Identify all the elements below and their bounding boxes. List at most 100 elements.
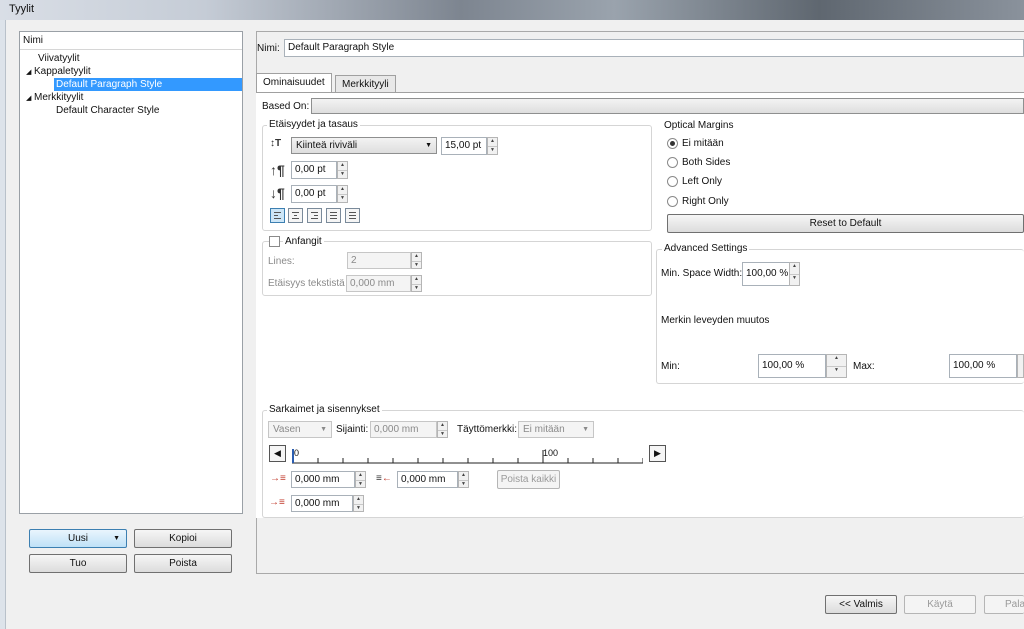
tabs-indents-title: Sarkaimet ja sisennykset	[267, 404, 382, 415]
tab-ruler[interactable]: 0 100	[292, 445, 644, 464]
down-arrow-icon[interactable]: ▼	[827, 366, 846, 377]
down-arrow-icon[interactable]: ▼	[338, 194, 347, 202]
align-forced-button[interactable]	[345, 208, 360, 223]
right-indent-field[interactable]: 0,000 mm	[397, 471, 458, 488]
right-indent-spinner[interactable]: ▲ ▼	[458, 471, 469, 488]
dropdown-arrow-icon: ▼	[320, 426, 327, 433]
down-arrow-icon[interactable]: ▼	[459, 479, 468, 488]
down-arrow-icon[interactable]: ▼	[790, 274, 799, 285]
down-arrow-icon[interactable]: ▼	[338, 170, 347, 178]
align-left-button[interactable]	[270, 208, 285, 223]
dropcaps-distance-label: Etäisyys tekstistä	[268, 278, 345, 289]
left-indent-field[interactable]: 0,000 mm	[291, 495, 353, 512]
apply-button[interactable]: Käytä	[904, 595, 976, 614]
up-arrow-icon[interactable]: ▲	[438, 422, 447, 430]
min-space-spinner[interactable]: ▲ ▼	[789, 262, 800, 286]
up-arrow-icon[interactable]: ▲	[488, 138, 497, 146]
clear-all-tabs-button[interactable]: Poista kaikki	[497, 470, 560, 489]
name-field[interactable]: Default Paragraph Style	[284, 39, 1024, 57]
tree-item-line-styles[interactable]: Viivatyylit	[38, 52, 80, 65]
tab-character-style[interactable]: Merkkityyli	[335, 75, 396, 93]
glyph-max-field[interactable]: 100,00 %	[949, 354, 1017, 378]
min-space-field[interactable]: 100,00 %	[742, 262, 790, 286]
left-indent-spinner[interactable]: ▲ ▼	[353, 495, 364, 512]
line-spacing-spinner[interactable]: ▲ ▼	[487, 137, 498, 155]
dropcaps-distance-spinner[interactable]: ▲ ▼	[411, 275, 422, 292]
down-arrow-icon[interactable]: ▼	[412, 283, 421, 292]
tree-item-default-paragraph-style[interactable]: Default Paragraph Style	[54, 78, 242, 91]
revert-button[interactable]: Palau	[984, 595, 1024, 614]
ruler-scroll-right-button[interactable]: ▶	[649, 445, 666, 462]
align-justify-button[interactable]	[326, 208, 341, 223]
new-button[interactable]: Uusi ▼	[29, 529, 127, 548]
spacing-group-title: Etäisyydet ja tasaus	[267, 119, 360, 130]
reset-to-default-button[interactable]: Reset to Default	[667, 214, 1024, 233]
first-line-indent-icon: →≡	[270, 473, 286, 484]
glyph-max-spinner[interactable]	[1017, 354, 1024, 378]
glyph-min-spinner[interactable]: ▲ ▼	[826, 354, 847, 378]
tree-item-label: Merkkityylit	[34, 92, 84, 103]
fill-char-value: Ei mitään	[523, 424, 565, 435]
tab-properties[interactable]: Ominaisuudet	[256, 73, 332, 93]
up-arrow-icon[interactable]: ▲	[412, 253, 421, 261]
up-arrow-icon[interactable]: ▲	[356, 472, 365, 480]
dropdown-arrow-icon: ▼	[582, 426, 589, 433]
space-above-icon: ↑¶	[270, 162, 285, 178]
space-above-spinner[interactable]: ▲ ▼	[337, 161, 348, 179]
copy-button[interactable]: Kopioi	[134, 529, 232, 548]
fill-char-combo[interactable]: Ei mitään ▼	[518, 421, 594, 438]
space-below-field[interactable]: 0,00 pt	[291, 185, 337, 203]
dropdown-arrow-icon: ▼	[425, 142, 432, 149]
dropcaps-distance-field[interactable]: 0,000 mm	[346, 275, 411, 292]
up-arrow-icon[interactable]: ▲	[827, 355, 846, 366]
up-arrow-icon[interactable]: ▲	[412, 276, 421, 284]
tab-align-combo[interactable]: Vasen ▼	[268, 421, 332, 438]
tree-item-character-styles[interactable]: ◢ Merkkityylit	[26, 91, 83, 104]
dropcaps-lines-field[interactable]: 2	[347, 252, 411, 269]
glyph-max-label: Max:	[853, 361, 875, 372]
tree-item-paragraph-styles[interactable]: ◢ Kappaletyylit	[26, 65, 91, 78]
align-right-button[interactable]	[307, 208, 322, 223]
optical-left-radio[interactable]	[667, 176, 678, 187]
delete-button[interactable]: Poista	[134, 554, 232, 573]
expand-triangle-icon[interactable]: ◢	[26, 92, 34, 105]
down-arrow-icon[interactable]: ▼	[356, 479, 365, 488]
based-on-combo[interactable]	[311, 98, 1024, 114]
down-arrow-icon[interactable]: ▼	[412, 260, 421, 269]
style-tree[interactable]: Nimi Viivatyylit ◢ Kappaletyylit Default …	[19, 31, 243, 514]
tree-item-label: Viivatyylit	[38, 53, 80, 64]
optical-right-radio[interactable]	[667, 196, 678, 207]
space-below-spinner[interactable]: ▲ ▼	[337, 185, 348, 203]
down-arrow-icon[interactable]: ▼	[438, 429, 447, 438]
space-below-icon: ↓¶	[270, 185, 285, 201]
line-spacing-mode-combo[interactable]: Kiinteä riviväli ▼	[291, 137, 437, 154]
down-arrow-icon[interactable]: ▼	[354, 503, 363, 512]
tab-position-field[interactable]: 0,000 mm	[370, 421, 437, 438]
dropcaps-lines-spinner[interactable]: ▲ ▼	[411, 252, 422, 269]
tree-header: Nimi	[20, 32, 242, 50]
tree-item-default-character-style[interactable]: Default Character Style	[56, 104, 159, 117]
up-arrow-icon[interactable]: ▲	[459, 472, 468, 480]
dropcaps-checkbox[interactable]	[269, 236, 280, 247]
ruler-scroll-left-button[interactable]: ◀	[269, 445, 286, 462]
first-line-indent-spinner[interactable]: ▲ ▼	[355, 471, 366, 488]
tab-position-spinner[interactable]: ▲ ▼	[437, 421, 448, 438]
align-center-button[interactable]	[288, 208, 303, 223]
first-line-indent-field[interactable]: 0,000 mm	[291, 471, 355, 488]
up-arrow-icon[interactable]: ▲	[790, 263, 799, 274]
import-button[interactable]: Tuo	[29, 554, 127, 573]
expand-triangle-icon[interactable]: ◢	[26, 66, 34, 79]
name-label: Nimi:	[257, 43, 280, 54]
dropcaps-lines-label: Lines:	[268, 256, 295, 267]
done-button[interactable]: << Valmis	[825, 595, 897, 614]
glyph-min-field[interactable]: 100,00 %	[758, 354, 826, 378]
optical-both-radio[interactable]	[667, 157, 678, 168]
optical-both-label: Both Sides	[682, 157, 731, 168]
down-arrow-icon[interactable]: ▼	[488, 146, 497, 154]
line-spacing-field[interactable]: 15,00 pt	[441, 137, 487, 155]
optical-none-radio[interactable]	[667, 138, 678, 149]
up-arrow-icon[interactable]: ▲	[338, 186, 347, 194]
up-arrow-icon[interactable]: ▲	[338, 162, 347, 170]
up-arrow-icon[interactable]: ▲	[354, 496, 363, 504]
space-above-field[interactable]: 0,00 pt	[291, 161, 337, 179]
